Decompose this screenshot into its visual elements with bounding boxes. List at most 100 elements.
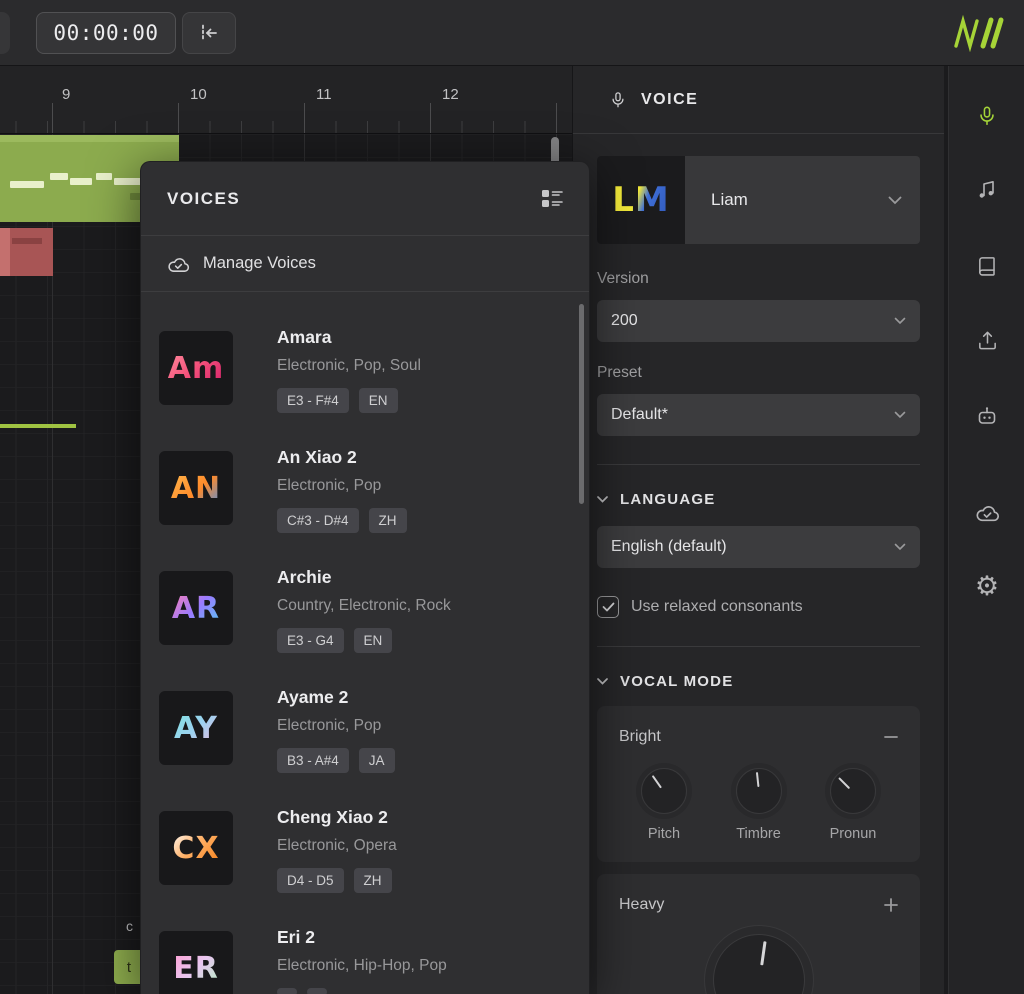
skip-to-start-icon bbox=[197, 22, 221, 44]
timbre-knob-label: Timbre bbox=[736, 826, 781, 842]
chevron-down-icon bbox=[597, 678, 608, 685]
export-tab-button[interactable] bbox=[967, 320, 1007, 360]
voice-name: Eri 2 bbox=[277, 926, 589, 948]
popup-scrollbar[interactable] bbox=[579, 304, 584, 504]
heavy-knob[interactable] bbox=[713, 934, 805, 994]
voices-popup-title: VOICES bbox=[167, 189, 240, 209]
vocal-mode-group-bright: Bright Pitch bbox=[597, 706, 920, 862]
voice-list-item[interactable]: AN An Xiao 2 Electronic, Pop C#3 - D#4 Z… bbox=[141, 428, 589, 548]
clip-edge bbox=[0, 228, 10, 276]
knob-pointer bbox=[652, 775, 662, 788]
voices-popup: VOICES Manage Voices Am bbox=[140, 161, 590, 994]
partial-toolbar-button[interactable] bbox=[0, 12, 10, 54]
lyric-fragment: c bbox=[126, 918, 133, 934]
collapse-button[interactable] bbox=[884, 735, 898, 739]
voice-panel-title: VOICE bbox=[641, 91, 698, 109]
ruler-major-tick bbox=[556, 103, 557, 133]
voice-list-item[interactable]: CX Cheng Xiao 2 Electronic, Opera D4 - D… bbox=[141, 788, 589, 908]
vocal-mode-section-header[interactable]: VOCAL MODE bbox=[597, 673, 920, 690]
book-icon bbox=[976, 255, 999, 278]
upload-icon bbox=[976, 329, 999, 352]
voice-name: An Xiao 2 bbox=[277, 446, 589, 468]
manage-voices-label: Manage Voices bbox=[203, 254, 316, 273]
note-preview bbox=[50, 173, 68, 180]
chevron-down-icon bbox=[888, 196, 902, 205]
voice-avatar-letters: Am bbox=[168, 351, 224, 386]
version-value: 200 bbox=[611, 312, 638, 330]
cloud-check-icon bbox=[167, 254, 190, 274]
cloud-sync-button[interactable] bbox=[967, 492, 1007, 532]
gear-icon: ⚙ bbox=[975, 573, 999, 600]
voice-avatar: ER bbox=[159, 931, 233, 994]
chevron-down-icon bbox=[597, 496, 608, 503]
dictionary-tab-button[interactable] bbox=[967, 246, 1007, 286]
ruler-major-tick bbox=[430, 103, 431, 133]
voice-list-item[interactable]: AY Ayame 2 Electronic, Pop B3 - A#4 JA bbox=[141, 668, 589, 788]
voice-genres: Country, Electronic, Rock bbox=[277, 596, 589, 616]
timeline-ruler[interactable]: 9 10 11 12 bbox=[0, 66, 572, 134]
manage-voices-button[interactable]: Manage Voices bbox=[141, 236, 589, 292]
divider bbox=[597, 646, 920, 647]
ai-assistant-tab-button[interactable] bbox=[967, 396, 1007, 436]
note-preview bbox=[70, 178, 92, 185]
voice-tab-button[interactable] bbox=[967, 96, 1007, 136]
voice-avatar: Am bbox=[159, 331, 233, 405]
relaxed-consonants-label: Use relaxed consonants bbox=[631, 598, 803, 616]
vocal-mode-section-title: VOCAL MODE bbox=[620, 673, 733, 690]
voice-language-tag: ZH bbox=[354, 868, 392, 893]
voice-range-tag: C#3 - D#4 bbox=[277, 508, 359, 533]
pronun-knob[interactable] bbox=[830, 768, 876, 814]
app-logo bbox=[952, 14, 1010, 52]
relaxed-consonants-row[interactable]: Use relaxed consonants bbox=[597, 596, 920, 618]
knob-pointer bbox=[755, 772, 759, 787]
voice-genres: Electronic, Hip-Hop, Pop bbox=[277, 956, 589, 976]
voice-language-tag: JA bbox=[359, 748, 395, 773]
voice-panel-header: VOICE bbox=[573, 66, 944, 134]
voice-name: Ayame 2 bbox=[277, 686, 589, 708]
piano-roll-note[interactable] bbox=[0, 424, 76, 428]
voice-selector[interactable]: LM Liam bbox=[597, 156, 920, 244]
ruler-major-tick bbox=[178, 103, 179, 133]
checkbox-checked[interactable] bbox=[597, 596, 619, 618]
voice-range-tag: B3 - A#4 bbox=[277, 748, 349, 773]
version-select[interactable]: 200 bbox=[597, 300, 920, 342]
notes-tab-button[interactable] bbox=[967, 170, 1007, 210]
expand-button[interactable] bbox=[884, 898, 898, 912]
voice-name: Archie bbox=[277, 566, 589, 588]
pitch-knob[interactable] bbox=[641, 768, 687, 814]
note-preview bbox=[96, 173, 112, 180]
chevron-down-icon bbox=[894, 543, 906, 551]
voice-range-tag: D4 - D5 bbox=[277, 868, 344, 893]
check-icon bbox=[602, 602, 615, 612]
language-section-header[interactable]: LANGUAGE bbox=[597, 491, 920, 508]
voice-genres: Electronic, Opera bbox=[277, 836, 589, 856]
time-display[interactable]: 00:00:00 bbox=[36, 12, 176, 54]
voice-settings-panel: VOICE LM Liam Version 200 Preset Default… bbox=[572, 66, 944, 994]
chevron-down-icon bbox=[894, 317, 906, 325]
timbre-knob[interactable] bbox=[736, 768, 782, 814]
midi-clip-red[interactable] bbox=[0, 228, 53, 276]
robot-icon bbox=[975, 404, 999, 428]
voice-language-tag: EN bbox=[354, 628, 393, 653]
voice-name: Amara bbox=[277, 326, 589, 348]
voice-avatar-letters: AN bbox=[171, 471, 221, 506]
ruler-minor-ticks bbox=[0, 121, 572, 133]
settings-button[interactable]: ⚙ bbox=[967, 566, 1007, 606]
return-to-start-button[interactable] bbox=[182, 12, 236, 54]
voice-list-item[interactable]: AR Archie Country, Electronic, Rock E3 -… bbox=[141, 548, 589, 668]
app-window: 00:00:00 9 10 11 12 bbox=[0, 0, 1024, 994]
preset-label: Preset bbox=[597, 364, 920, 382]
voice-language-tag: ZH bbox=[369, 508, 407, 533]
list-view-toggle-icon[interactable] bbox=[541, 189, 563, 208]
preset-select[interactable]: Default* bbox=[597, 394, 920, 436]
voice-list-item[interactable]: Am Amara Electronic, Pop, Soul E3 - F#4 … bbox=[141, 308, 589, 428]
language-select[interactable]: English (default) bbox=[597, 526, 920, 568]
voice-avatar: AY bbox=[159, 691, 233, 765]
voice-list-item[interactable]: ER Eri 2 Electronic, Hip-Hop, Pop bbox=[141, 908, 589, 994]
voice-name: Cheng Xiao 2 bbox=[277, 806, 589, 828]
language-value: English (default) bbox=[611, 538, 727, 556]
heavy-label: Heavy bbox=[619, 896, 664, 914]
voices-popup-header: VOICES bbox=[141, 162, 589, 236]
voice-language-tag: EN bbox=[359, 388, 398, 413]
pronun-knob-label: Pronun bbox=[830, 826, 877, 842]
